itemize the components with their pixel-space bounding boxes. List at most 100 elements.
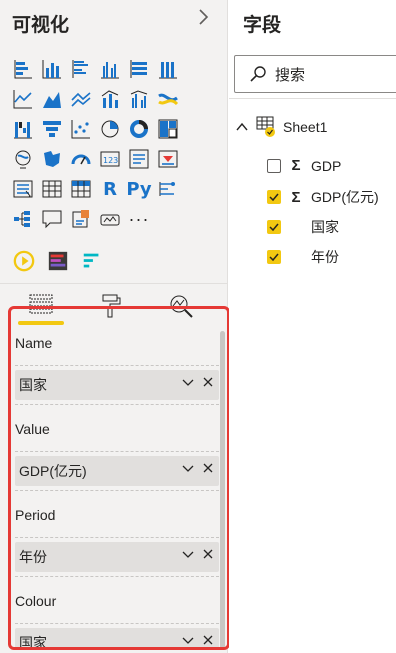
python-icon[interactable]: Py	[126, 176, 152, 202]
smart-narrative-icon[interactable]	[68, 206, 94, 232]
chevron-down-icon[interactable]	[181, 634, 195, 647]
field-chip[interactable]: 国家	[15, 370, 219, 400]
decomposition-tree-icon[interactable]	[10, 206, 36, 232]
field-item[interactable]: 国家	[267, 217, 339, 237]
treemap-icon[interactable]	[155, 116, 181, 142]
key-influencers-icon[interactable]	[155, 176, 181, 202]
custom-bar-icon[interactable]	[44, 247, 72, 275]
close-icon[interactable]	[201, 547, 215, 561]
fields-divider	[229, 98, 396, 99]
search-placeholder: 搜索	[275, 66, 306, 84]
search-input[interactable]: 搜索	[234, 55, 396, 93]
field-item[interactable]: Σ GDP(亿元)	[267, 187, 379, 207]
area-chart-icon[interactable]	[39, 86, 65, 112]
chevron-right-icon[interactable]	[198, 8, 210, 32]
grid-spacer	[184, 146, 210, 172]
scatter-chart-icon[interactable]	[68, 116, 94, 142]
field-chip-label: 国家	[19, 377, 47, 393]
field-item[interactable]: Σ GDP	[267, 157, 341, 174]
line-and-clustered-column-chart-icon[interactable]	[126, 86, 152, 112]
r-script-icon[interactable]: R	[97, 176, 123, 202]
waterfall-chart-icon[interactable]	[10, 116, 36, 142]
well-label: Value	[15, 421, 50, 437]
multi-row-card-icon[interactable]	[126, 146, 152, 172]
visual-gallery: 123 R Py ···	[10, 56, 215, 236]
chevron-down-icon[interactable]	[181, 548, 195, 562]
well-name: Name 国家	[15, 335, 219, 405]
search-icon	[250, 66, 266, 82]
matrix-icon[interactable]	[68, 176, 94, 202]
card-icon[interactable]: 123	[97, 146, 123, 172]
gauge-icon[interactable]	[68, 146, 94, 172]
kpi-icon[interactable]	[155, 146, 181, 172]
chevron-down-icon[interactable]	[181, 462, 195, 476]
100-stacked-column-chart-icon[interactable]	[155, 56, 181, 82]
well-period: Period 年份	[15, 507, 219, 577]
clustered-bar-chart-icon[interactable]	[68, 56, 94, 82]
grid-spacer	[184, 86, 210, 112]
visualizations-pane: 可视化 123 R Py ··· Name 国家 Value GDP(亿元) P…	[0, 0, 230, 653]
qa-icon[interactable]	[39, 206, 65, 232]
ribbon-chart-icon[interactable]	[155, 86, 181, 112]
field-chip[interactable]: GDP(亿元)	[15, 456, 219, 486]
field-chip-label: GDP(亿元)	[19, 463, 87, 479]
checkbox[interactable]	[267, 158, 281, 173]
stacked-area-chart-icon[interactable]	[68, 86, 94, 112]
field-wells: Name 国家 Value GDP(亿元) Period 年份 Colour 国…	[8, 306, 230, 650]
well-dropzone[interactable]: 国家	[15, 365, 219, 405]
checkbox[interactable]	[267, 190, 281, 204]
chevron-up-icon[interactable]	[235, 120, 249, 134]
filled-map-icon[interactable]	[39, 146, 65, 172]
slicer-icon[interactable]	[10, 176, 36, 202]
field-name: GDP(亿元)	[311, 189, 379, 205]
close-icon[interactable]	[201, 633, 215, 647]
field-chip[interactable]: 年份	[15, 542, 219, 572]
play-axis-icon[interactable]	[10, 247, 38, 275]
custom-visuals-row	[10, 247, 106, 275]
field-chip-label: 年份	[19, 549, 47, 565]
paginated-report-icon[interactable]	[97, 206, 123, 232]
fields-title: 字段	[243, 15, 282, 36]
checkbox[interactable]	[267, 250, 281, 264]
stacked-bar-chart-icon[interactable]	[10, 56, 36, 82]
100-stacked-bar-chart-icon[interactable]	[126, 56, 152, 82]
well-label: Name	[15, 335, 53, 351]
more-icon[interactable]: ···	[126, 206, 152, 232]
table-icon[interactable]	[39, 176, 65, 202]
close-icon[interactable]	[201, 461, 215, 475]
field-chip-label: 国家	[19, 635, 47, 650]
funnel-icon[interactable]	[39, 116, 65, 142]
table-icon	[255, 115, 277, 139]
line-chart-icon[interactable]	[10, 86, 36, 112]
clustered-column-chart-icon[interactable]	[97, 56, 123, 82]
well-label: Period	[15, 507, 56, 523]
field-name: 国家	[311, 219, 339, 235]
field-chip[interactable]: 国家	[15, 628, 219, 650]
grid-spacer	[184, 56, 210, 82]
sigma-icon: Σ	[291, 188, 301, 206]
pane-divider	[0, 283, 228, 284]
field-name: 年份	[311, 249, 339, 265]
table-node-sheet1[interactable]: Sheet1	[235, 115, 327, 139]
grid-spacer	[184, 116, 210, 142]
well-dropzone[interactable]: GDP(亿元)	[15, 451, 219, 491]
visualizations-title: 可视化	[12, 15, 70, 36]
fields-pane: 字段 搜索 Sheet1 Σ GDP Σ GDP(亿元) 国家 年份	[229, 0, 396, 653]
well-dropzone[interactable]: 年份	[15, 537, 219, 577]
well-dropzone[interactable]: 国家	[15, 623, 219, 650]
close-icon[interactable]	[201, 375, 215, 389]
stacked-column-chart-icon[interactable]	[39, 56, 65, 82]
well-label: Colour	[15, 593, 57, 609]
pie-chart-icon[interactable]	[97, 116, 123, 142]
custom-race-icon[interactable]	[78, 247, 106, 275]
well-value: Value GDP(亿元)	[15, 421, 219, 491]
map-icon[interactable]	[10, 146, 36, 172]
chevron-down-icon[interactable]	[181, 376, 195, 390]
wells-scrollbar[interactable]	[220, 331, 225, 647]
donut-chart-icon[interactable]	[126, 116, 152, 142]
grid-spacer	[184, 176, 210, 202]
field-name: GDP	[311, 157, 342, 174]
line-and-column-chart-icon[interactable]	[97, 86, 123, 112]
checkbox[interactable]	[267, 220, 281, 234]
field-item[interactable]: 年份	[267, 247, 339, 267]
